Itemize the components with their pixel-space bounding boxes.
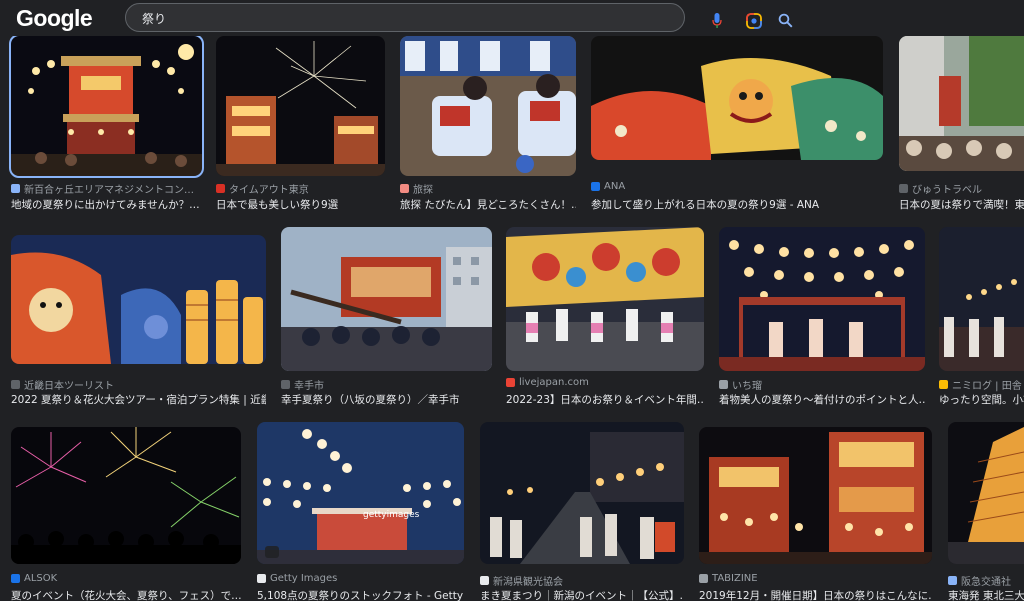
happi-coat-dancers-photo bbox=[400, 36, 576, 176]
festival-float-photo bbox=[11, 36, 202, 176]
search-icon[interactable] bbox=[778, 13, 793, 28]
yasaka-float-photo bbox=[281, 227, 492, 371]
result-title-13[interactable]: まき夏まつり｜新潟のイベント｜【公式】… bbox=[480, 588, 684, 601]
result-image-6[interactable] bbox=[11, 235, 266, 364]
result-image-3[interactable] bbox=[400, 36, 576, 176]
result-source-9[interactable]: いち瑠 bbox=[719, 377, 925, 392]
street-parade-night-photo bbox=[480, 422, 684, 564]
fireworks-floats-photo bbox=[216, 36, 385, 176]
result-image-10[interactable] bbox=[939, 227, 1024, 371]
result-title-8[interactable]: 2022-23】日本のお祭り＆イベント年間… bbox=[506, 392, 704, 407]
result-title-15[interactable]: 東海発 東北三大… bbox=[948, 588, 1024, 601]
result-source-15[interactable]: 阪急交通社 bbox=[948, 573, 1024, 588]
image-badge-icon bbox=[265, 546, 279, 558]
google-logo[interactable]: Google bbox=[16, 5, 93, 32]
result-title-7[interactable]: 幸手夏祭り（八坂の夏祭り）／幸手市 bbox=[281, 392, 492, 407]
result-title-12[interactable]: 5,108点の夏祭りのストックフォト - Getty I… bbox=[257, 588, 464, 601]
site-favicon bbox=[480, 576, 489, 585]
nebuta-towers-photo bbox=[11, 235, 266, 364]
shrine-street-photo bbox=[899, 36, 1024, 171]
bon-odori-lanterns-photo bbox=[719, 227, 925, 371]
result-source-1[interactable]: 新百合ヶ丘エリアマネジメントコン… bbox=[11, 181, 202, 196]
result-image-13[interactable] bbox=[480, 422, 684, 564]
site-favicon bbox=[948, 576, 957, 585]
result-title-3[interactable]: 旅探 たびたん】見どころたくさん！… bbox=[400, 197, 576, 212]
result-image-12[interactable]: gettyimages bbox=[257, 422, 464, 564]
camera-lens-icon[interactable] bbox=[746, 13, 762, 29]
site-favicon bbox=[11, 184, 20, 193]
lantern-yagura-photo: gettyimages bbox=[257, 422, 464, 564]
evening-festival-street-photo bbox=[939, 227, 1024, 371]
result-source-11[interactable]: ALSOK bbox=[11, 573, 241, 584]
kanto-lanterns-photo bbox=[948, 422, 1024, 564]
result-image-14[interactable] bbox=[699, 427, 932, 564]
result-source-8[interactable]: livejapan.com bbox=[506, 377, 704, 388]
site-favicon bbox=[699, 574, 708, 583]
parade-dancers-photo bbox=[506, 227, 704, 371]
result-image-11[interactable] bbox=[11, 427, 241, 564]
site-favicon bbox=[939, 380, 948, 389]
result-title-10[interactable]: ゆったり空間。小将… bbox=[939, 392, 1024, 407]
result-title-6[interactable]: 2022 夏祭り＆花火大会ツアー・宿泊プラン特集 | 近畿… bbox=[11, 392, 266, 407]
result-source-12[interactable]: Getty Images bbox=[257, 573, 464, 584]
site-favicon bbox=[216, 184, 225, 193]
result-title-9[interactable]: 着物美人の夏祭り〜着付けのポイントと人… bbox=[719, 392, 925, 407]
result-source-14[interactable]: TABIZINE bbox=[699, 573, 932, 584]
result-source-5[interactable]: びゅうトラベル bbox=[899, 181, 1024, 196]
result-source-4[interactable]: ANA bbox=[591, 181, 883, 192]
site-favicon bbox=[257, 574, 266, 583]
result-title-5[interactable]: 日本の夏は祭りで満喫！東日… bbox=[899, 197, 1024, 212]
search-box[interactable]: 祭り bbox=[125, 3, 793, 32]
result-source-6[interactable]: 近畿日本ツーリスト bbox=[11, 377, 266, 392]
result-title-2[interactable]: 日本で最も美しい祭り9選 bbox=[216, 197, 385, 212]
result-source-13[interactable]: 新潟県観光協会 bbox=[480, 573, 684, 588]
search-query[interactable]: 祭り bbox=[142, 10, 166, 27]
site-favicon bbox=[506, 378, 515, 387]
getty-watermark: gettyimages bbox=[363, 510, 420, 520]
result-image-9[interactable] bbox=[719, 227, 925, 371]
result-source-7[interactable]: 幸手市 bbox=[281, 377, 492, 392]
fireworks-silhouettes-photo bbox=[11, 427, 241, 564]
site-favicon bbox=[899, 184, 908, 193]
result-image-5[interactable] bbox=[899, 36, 1024, 171]
top-bar: Google 祭り bbox=[0, 0, 1024, 36]
result-title-11[interactable]: 夏のイベント（花火大会、夏祭り、フェス）で… bbox=[11, 588, 241, 601]
site-favicon bbox=[281, 380, 290, 389]
site-favicon bbox=[11, 380, 20, 389]
result-source-3[interactable]: 旅探 bbox=[400, 181, 576, 196]
result-image-8[interactable] bbox=[506, 227, 704, 371]
site-favicon bbox=[400, 184, 409, 193]
site-favicon bbox=[591, 182, 600, 191]
result-source-2[interactable]: タイムアウト東京 bbox=[216, 181, 385, 196]
result-title-1[interactable]: 地域の夏祭りに出かけてみませんか？… bbox=[11, 197, 202, 212]
microphone-icon[interactable] bbox=[712, 13, 722, 29]
nebuta-float-photo bbox=[591, 36, 883, 160]
result-image-2[interactable] bbox=[216, 36, 385, 176]
result-source-10[interactable]: ニミログ | 田舎 bbox=[939, 377, 1024, 392]
result-image-7[interactable] bbox=[281, 227, 492, 371]
result-title-14[interactable]: 2019年12月・開催日期】日本の祭りはこんなに… bbox=[699, 588, 932, 601]
site-favicon bbox=[719, 380, 728, 389]
result-image-15[interactable] bbox=[948, 422, 1024, 564]
result-image-1[interactable] bbox=[9, 34, 204, 178]
site-favicon bbox=[11, 574, 20, 583]
result-image-4[interactable] bbox=[591, 36, 883, 160]
result-title-4[interactable]: 参加して盛り上がれる日本の夏の祭り9選 - ANA bbox=[591, 197, 883, 212]
illuminated-floats-photo bbox=[699, 427, 932, 564]
